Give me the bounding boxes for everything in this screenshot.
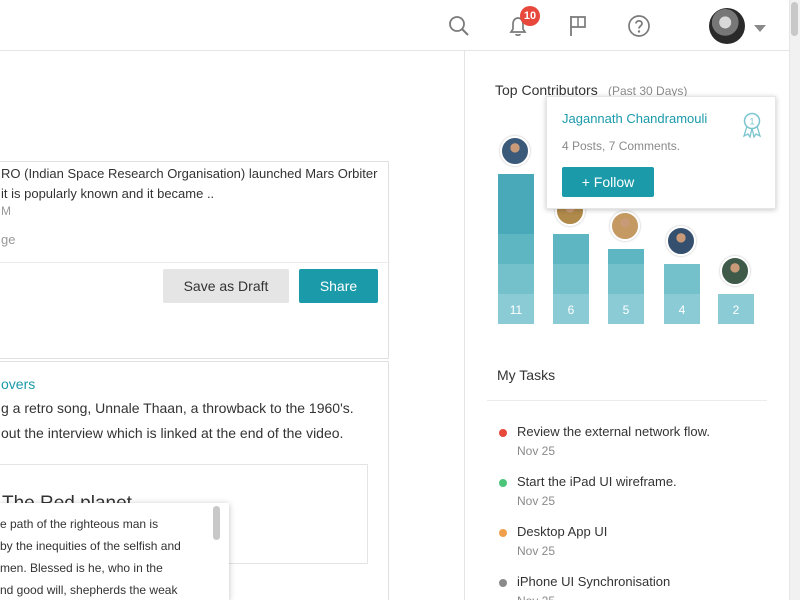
chart-bar-segment [498,174,534,204]
chart-bar-label: 4 [678,303,686,317]
chart-bar-label: 2 [732,303,740,317]
contributor-avatar[interactable] [666,226,696,256]
task-date: Nov 25 [517,594,555,600]
post-composer: RO (Indian Space Research Organisation) … [0,161,390,359]
task-date: Nov 25 [517,494,556,508]
follow-button[interactable]: + Follow [562,167,654,197]
scroll-thumb[interactable] [791,2,798,36]
quote-line: nd good will, shepherds the weak [0,583,178,597]
chart-bar[interactable]: 11 [498,174,534,324]
chart-bar[interactable]: 2 [718,294,754,324]
chart-bar[interactable]: 6 [553,234,589,324]
contributor-avatar[interactable] [720,256,750,286]
award-icon: 1 [742,112,762,139]
task-title: Desktop App UI [517,524,608,539]
chart-bar-segment [664,264,700,294]
search-icon[interactable] [446,13,472,39]
chart-bar-segment [608,249,644,264]
chart-bar-label: 6 [567,303,575,317]
chart-bar-segment [553,234,589,264]
task-status-dot [499,479,507,487]
composer-text-line: it is popularly known and it became .. [1,186,215,201]
chevron-down-icon[interactable] [754,25,766,32]
quote-line: e path of the righteous man is [0,517,159,531]
task-status-dot [499,429,507,437]
contributor-avatar[interactable] [500,136,530,166]
chart-bar-segment [608,264,644,294]
tasks-title: My Tasks [497,367,556,383]
divider [0,262,390,263]
contributor-name[interactable]: Jagannath Chandramouli [562,111,707,126]
share-button[interactable]: Share [299,269,378,303]
divider [487,400,767,401]
chart-bar-segment [498,204,534,234]
chart-bar-label: 11 [509,303,523,317]
help-icon[interactable] [626,13,652,39]
notification-badge: 10 [520,6,540,26]
post-author[interactable]: overs [1,376,35,392]
task-date: Nov 25 [517,444,556,458]
chart-bar-label: 5 [622,303,630,317]
chart-bar[interactable]: 5 [608,249,644,324]
page-scrollbar[interactable] [789,0,800,600]
contributor-tooltip: Jagannath Chandramouli 1 4 Posts, 7 Comm… [546,96,776,209]
chart-bar-segment [553,264,589,294]
quote-popup: e path of the righteous man is by the in… [0,503,229,600]
quote-line: men. Blessed is he, who in the [0,561,163,575]
task-title: Start the iPad UI wireframe. [517,474,677,489]
save-draft-button[interactable]: Save as Draft [163,269,289,303]
top-bar: 10 [0,0,800,51]
quote-line: by the inequities of the selfish and [0,539,181,553]
chart-bar-segment [498,234,534,264]
task-date: Nov 25 [517,544,556,558]
composer-meta: M [1,204,11,218]
contributor-avatar[interactable] [610,211,640,241]
post-text: out the interview which is linked at the… [1,425,344,441]
task-title: Review the external network flow. [517,424,710,439]
post-text: g a retro song, Unnale Thaan, a throwbac… [1,400,354,416]
task-status-dot [499,529,507,537]
task-title: iPhone UI Synchronisation [517,574,671,589]
svg-text:1: 1 [749,117,754,127]
composer-text-line: RO (Indian Space Research Organisation) … [1,166,378,181]
avatar[interactable] [709,8,745,44]
popup-scrollbar[interactable] [213,506,220,540]
flag-icon[interactable] [566,13,592,39]
composer-text[interactable]: RO (Indian Space Research Organisation) … [1,164,381,204]
contributor-stats: 4 Posts, 7 Comments. [562,139,681,153]
chart-bar[interactable]: 4 [664,264,700,324]
composer-meta: ge [1,232,16,247]
task-status-dot [499,579,507,587]
feed: RO (Indian Space Research Organisation) … [0,51,465,600]
chart-bar-segment [498,264,534,294]
